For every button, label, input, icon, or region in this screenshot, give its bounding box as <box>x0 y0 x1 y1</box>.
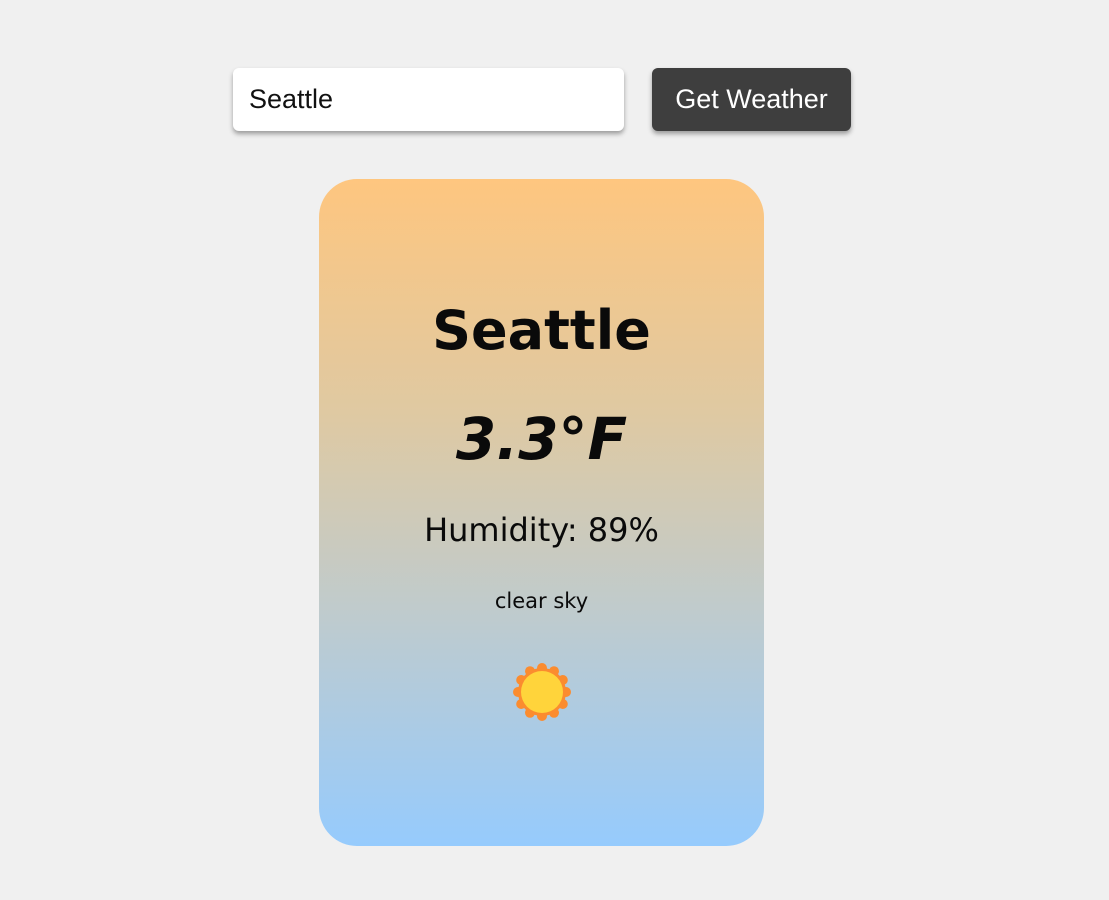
temperature: 3.3°F <box>455 405 628 473</box>
city-name: Seattle <box>432 299 651 362</box>
get-weather-button[interactable]: Get Weather <box>652 68 851 131</box>
weather-card: Seattle 3.3°F Humidity: 89% clear sky <box>319 179 764 846</box>
humidity: Humidity: 89% <box>424 511 659 549</box>
sun-icon <box>513 663 571 721</box>
search-bar: Get Weather <box>233 68 851 131</box>
weather-description: clear sky <box>494 589 589 613</box>
city-search-input[interactable] <box>233 68 624 131</box>
